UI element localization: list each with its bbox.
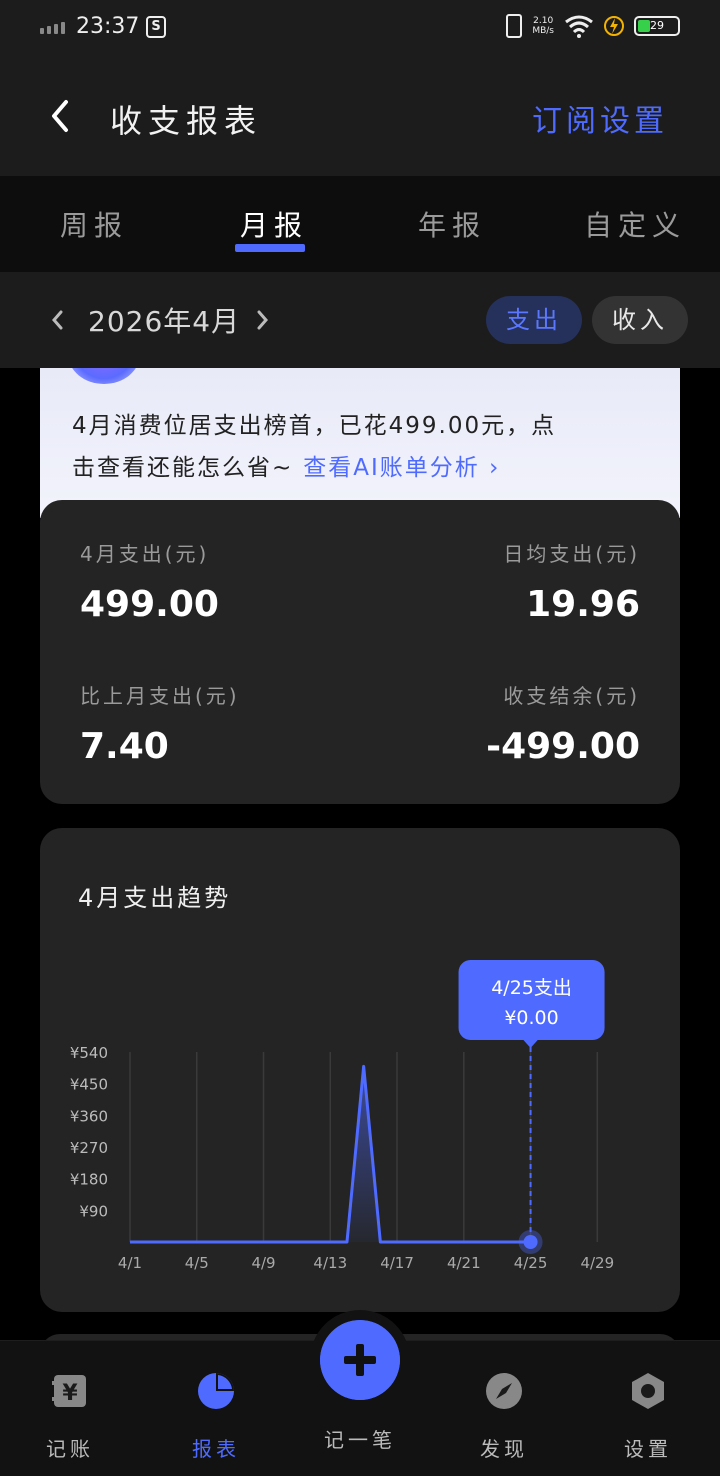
month-expense-label: 4月支出(元) bbox=[80, 542, 210, 566]
expense-trend-chart[interactable]: ¥90 ¥180 ¥270 ¥360 ¥450 ¥540 4/1 4/5 4/9 4/13 4/17… bbox=[40, 828, 680, 1312]
ai-insight-text-line2: 击查看还能怎么省~ bbox=[72, 455, 294, 481]
add-record-label: 记一笔 bbox=[324, 1428, 396, 1452]
svg-text:¥: ¥ bbox=[62, 1381, 78, 1406]
signal-icon bbox=[40, 22, 65, 34]
y-tick-label: ¥90 bbox=[79, 1202, 108, 1220]
tooltip-title: 4/25支出 bbox=[491, 977, 572, 999]
nav-item-discover[interactable]: 发现 bbox=[454, 1371, 554, 1462]
y-tick-label: ¥540 bbox=[70, 1044, 108, 1062]
tooltip-point bbox=[523, 1235, 538, 1249]
add-record-button[interactable] bbox=[320, 1320, 400, 1400]
daily-average-value: 19.96 bbox=[526, 584, 640, 625]
expense-toggle-button[interactable]: 支出 bbox=[486, 296, 582, 344]
nav-label-ledger: 记账 bbox=[46, 1437, 94, 1461]
x-tick-label: 4/21 bbox=[447, 1254, 481, 1272]
previous-month-icon[interactable] bbox=[46, 308, 70, 332]
page-title: 收支报表 bbox=[110, 102, 263, 140]
balance-value: -499.00 bbox=[486, 726, 640, 767]
app-header: 收支报表 订阅设置 bbox=[0, 60, 720, 176]
subscribe-settings-button[interactable]: 订阅设置 bbox=[532, 96, 668, 140]
nav-item-settings[interactable]: 设置 bbox=[598, 1371, 698, 1462]
y-tick-label: ¥270 bbox=[70, 1139, 108, 1157]
tooltip-pointer bbox=[522, 1039, 539, 1048]
current-month-label[interactable]: 2026年4月 bbox=[88, 300, 240, 340]
ledger-icon: ¥ bbox=[52, 1375, 86, 1407]
monthly-summary-card: 4月支出(元) 499.00 日均支出(元) 19.96 比上月支出(元) 7.… bbox=[40, 500, 680, 804]
date-selector-row: 2026年4月 支出 收入 bbox=[0, 272, 720, 368]
report-period-tabs: 周报 月报 年报 自定义 bbox=[0, 176, 720, 272]
expense-trend-card: 4月支出趋势 ¥90 ¥180 ¥270 ¥360 ¥450 ¥540 4/1 4/5 4/9 4… bbox=[40, 828, 680, 1312]
network-speed: 2.10 MB/s bbox=[532, 16, 554, 36]
x-tick-label: 4/29 bbox=[580, 1254, 614, 1272]
network-speed-value: 2.10 bbox=[533, 16, 554, 26]
tab-monthly[interactable]: 月报 bbox=[240, 204, 308, 244]
tooltip-value: ¥0.00 bbox=[504, 1007, 558, 1029]
daily-average-label: 日均支出(元) bbox=[503, 542, 640, 566]
active-tab-indicator bbox=[235, 244, 305, 252]
vs-last-month-value: 7.40 bbox=[80, 726, 169, 767]
pie-chart-icon bbox=[198, 1373, 234, 1409]
app-notification-badge: S bbox=[146, 16, 166, 38]
x-tick-label: 4/5 bbox=[185, 1254, 209, 1272]
x-tick-label: 4/13 bbox=[313, 1254, 347, 1272]
vs-last-month-label: 比上月支出(元) bbox=[80, 684, 240, 708]
settings-hex-icon bbox=[632, 1373, 664, 1409]
battery-level: 29 bbox=[650, 19, 664, 32]
nav-label-discover: 发现 bbox=[480, 1437, 528, 1461]
x-tick-label: 4/1 bbox=[118, 1254, 142, 1272]
next-month-icon[interactable] bbox=[250, 308, 274, 332]
y-tick-label: ¥360 bbox=[70, 1107, 108, 1125]
back-arrow-icon[interactable] bbox=[42, 96, 82, 136]
x-tick-label: 4/9 bbox=[251, 1254, 275, 1272]
status-time: 23:37 bbox=[76, 14, 140, 39]
y-tick-label: ¥180 bbox=[70, 1171, 108, 1189]
balance-label: 收支结余(元) bbox=[503, 684, 640, 708]
month-expense-value: 499.00 bbox=[80, 584, 219, 625]
ai-bill-analysis-link[interactable]: 查看AI账单分析 › bbox=[303, 455, 500, 481]
tab-custom[interactable]: 自定义 bbox=[584, 204, 686, 244]
x-tick-label: 4/17 bbox=[380, 1254, 414, 1272]
charging-icon bbox=[604, 16, 624, 36]
nav-item-ledger[interactable]: ¥ 记账 bbox=[20, 1371, 120, 1462]
vibrate-icon bbox=[506, 14, 523, 38]
ai-assistant-avatar bbox=[68, 368, 140, 384]
ai-insight-banner[interactable]: 4月消费位居支出榜首，已花499.00元，点 击查看还能怎么省~ 查看AI账单分析… bbox=[40, 368, 680, 518]
wifi-icon bbox=[565, 15, 593, 38]
nav-item-reports[interactable]: 报表 bbox=[166, 1371, 266, 1462]
nav-label-reports: 报表 bbox=[192, 1437, 240, 1461]
tab-weekly[interactable]: 周报 bbox=[60, 204, 128, 244]
income-toggle-button[interactable]: 收入 bbox=[592, 296, 688, 344]
compass-icon bbox=[486, 1373, 522, 1409]
ai-insight-text-line1: 4月消费位居支出榜首，已花499.00元，点 bbox=[72, 413, 557, 439]
network-speed-unit: MB/s bbox=[532, 26, 554, 36]
x-tick-label: 4/25 bbox=[514, 1254, 548, 1272]
battery-icon: 29 bbox=[634, 16, 680, 36]
tab-yearly[interactable]: 年报 bbox=[418, 204, 486, 244]
nav-label-settings: 设置 bbox=[624, 1437, 672, 1461]
status-bar: 23:37 S 2.10 MB/s 29 bbox=[0, 0, 720, 60]
y-tick-label: ¥450 bbox=[70, 1076, 108, 1094]
